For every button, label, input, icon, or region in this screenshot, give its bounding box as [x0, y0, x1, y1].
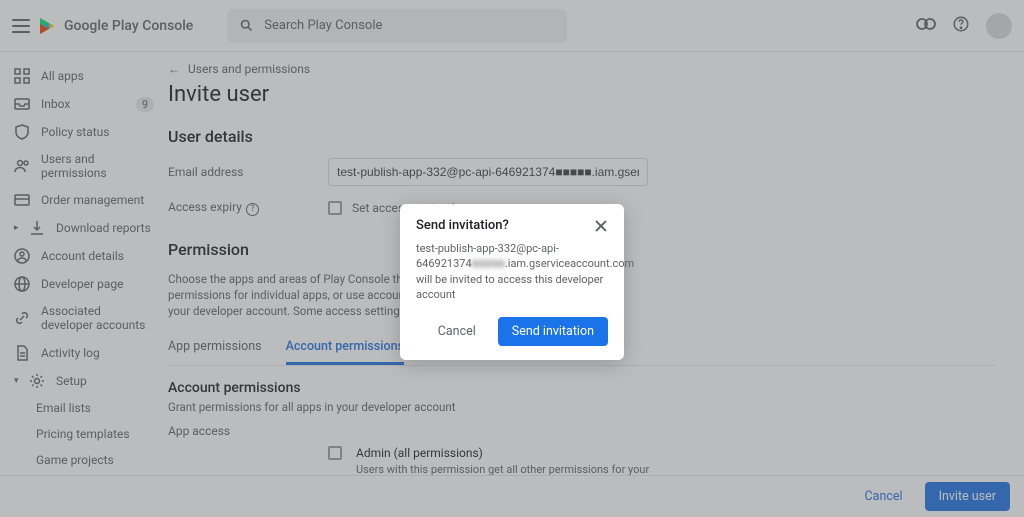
- send-invitation-modal: Send invitation? test-publish-app-332@pc…: [400, 204, 624, 360]
- modal-overlay[interactable]: Send invitation? test-publish-app-332@pc…: [0, 0, 1024, 517]
- modal-title: Send invitation?: [416, 218, 509, 233]
- close-icon[interactable]: [594, 219, 608, 233]
- modal-body: test-publish-app-332@pc-api-646921374■■■…: [416, 241, 608, 303]
- modal-send-button[interactable]: Send invitation: [498, 317, 608, 346]
- modal-cancel-button[interactable]: Cancel: [426, 318, 488, 345]
